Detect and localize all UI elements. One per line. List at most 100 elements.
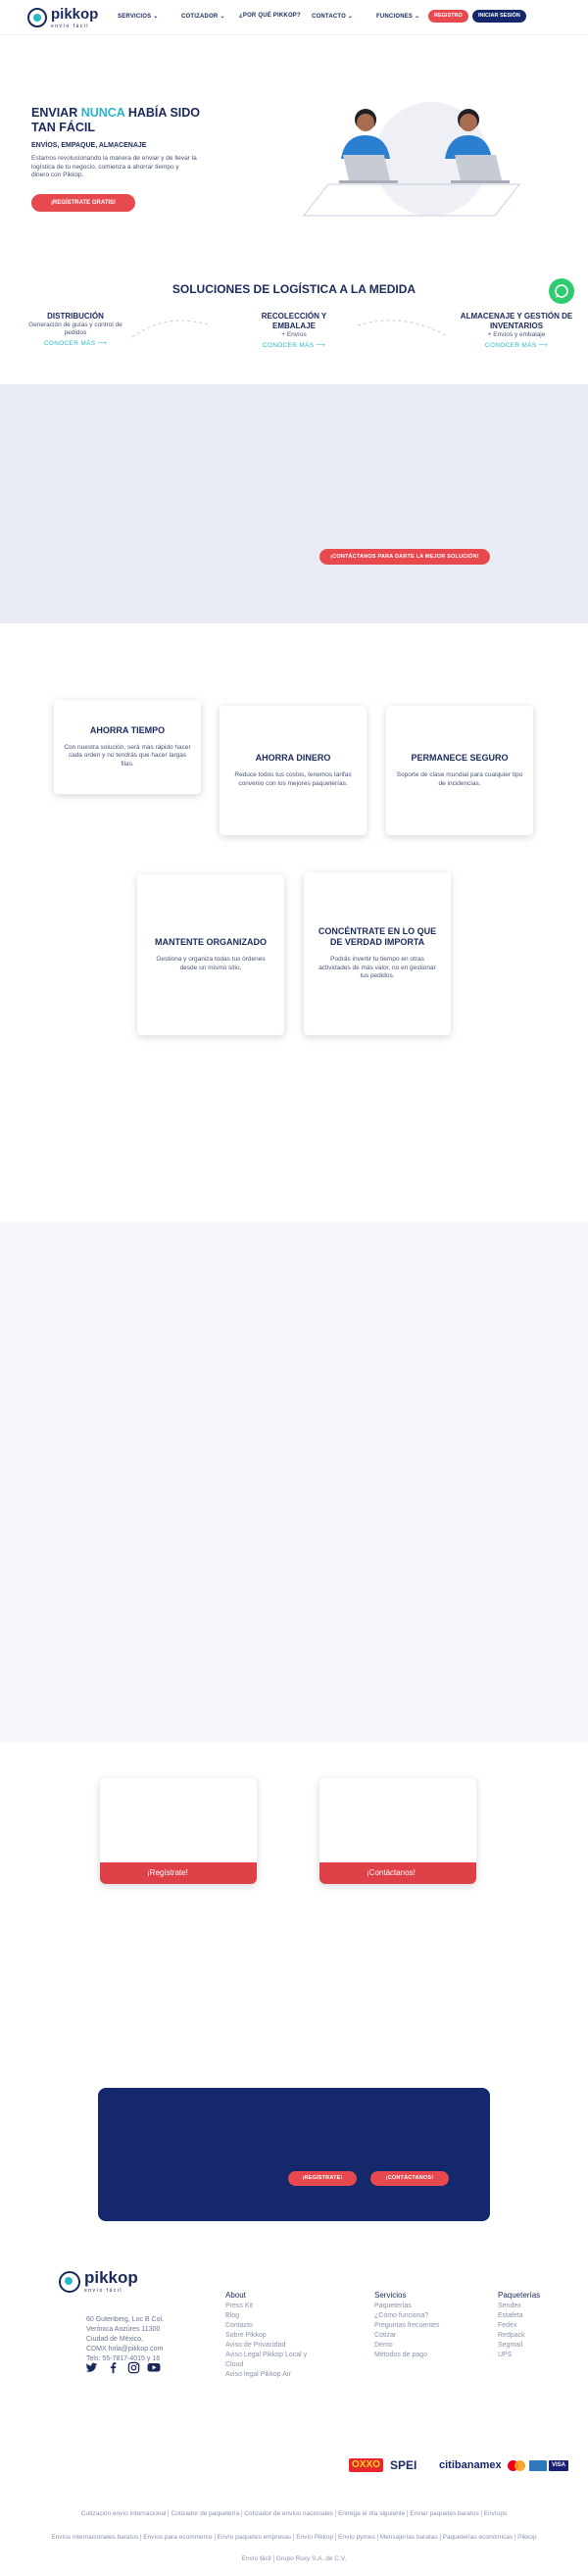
contact-solution-button[interactable]: ¡CONTÁCTANOS PARA DARTE LA MEJOR SOLUCIÓ… [319, 549, 490, 565]
footer-company: Grupo Ruxy S.A. de C.V. [272, 2555, 349, 2562]
solution-link[interactable]: CONOCER MÁS ⟶ [457, 341, 576, 349]
footer-column-about: About Press Kit Blog Contacto Sobre Pikk… [225, 2291, 323, 2380]
solution-title: ALMACENAJE Y GESTIÓN DE INVENTARIOS [460, 312, 573, 330]
footer-seo-link[interactable]: Envío fácil [240, 2555, 273, 2562]
page: pikkop envío fácil SERVICIOS ⌄ COTIZADOR… [0, 0, 588, 2576]
footer-seo-link[interactable]: Entrega el día siguiente [334, 2510, 408, 2517]
spei-logo: SPEI [390, 2458, 417, 2472]
footer-link[interactable]: Sobre Pikkop [225, 2331, 323, 2341]
solution-desc: + Envíos [281, 331, 307, 338]
footer-link[interactable]: Blog [225, 2311, 323, 2321]
footer-link[interactable]: Sendex [498, 2302, 540, 2311]
benefit-card: AHORRA TIEMPO Con nuestra solución, será… [54, 700, 201, 794]
benefit-title: AHORRA DINERO [255, 753, 331, 763]
nav-item-por-que[interactable]: ¿POR QUÉ PIKKOP? [239, 13, 301, 19]
brand-logo[interactable]: pikkop envío fácil [27, 6, 98, 29]
contact-banner [0, 384, 588, 623]
solution-recoleccion: RECOLECCIÓN Y EMBALAJE + Envíos CONOCER … [245, 312, 343, 349]
nav-item-servicios[interactable]: SERVICIOS ⌄ [118, 13, 158, 20]
footer-wordmark: pikkop envío fácil [84, 2268, 138, 2294]
register-cta-card[interactable]: ¡Regístrate! [100, 1778, 257, 1884]
brand-wordmark: pikkop envío fácil [51, 6, 98, 29]
panel-contact-button[interactable]: ¡CONTÁCTANOS! [370, 2171, 449, 2186]
footer-seo-link[interactable]: Mensajerías baratas [376, 2534, 440, 2541]
citibanamex-logo: citibanamex [439, 2459, 502, 2471]
register-cta-label[interactable]: ¡Regístrate! [100, 1862, 257, 1884]
solution-desc: + Envíos y embalaje [487, 331, 546, 338]
footer-link[interactable]: Aviso de Privacidad [225, 2341, 323, 2351]
footer-seo-link[interactable]: Envío paquetes empresas [214, 2534, 294, 2541]
footer-heading: About [225, 2291, 246, 2300]
footer-link[interactable]: Métodos de pago [374, 2351, 440, 2360]
footer-column-servicios: Servicios Paqueterías ¿Cómo funciona? Pr… [374, 2291, 440, 2360]
hero-title-accent: NUNCA [80, 106, 125, 120]
footer-brand-tagline: envío fácil [84, 2288, 123, 2294]
footer-address: 60 Gutenberg, Loc B Col. Verónica Anzúre… [86, 2316, 164, 2362]
footer-seo-link[interactable]: Envíops [480, 2510, 510, 2517]
footer-seo-link[interactable]: Cotización envío internacional [79, 2510, 169, 2517]
footer-links-row: Cotización envío internacional Cotizador … [20, 2509, 568, 2519]
hero-description: Estamos revolucionando la manera de envi… [31, 155, 197, 178]
footer-seo-link[interactable]: Envío Pikkop [293, 2534, 336, 2541]
solution-link[interactable]: CONOCER MÁS ⟶ [245, 341, 343, 349]
footer-links-row: Envíos internacionales baratos Envíos par… [20, 2533, 568, 2543]
contact-cta-label[interactable]: ¡Contáctanos! [319, 1862, 476, 1884]
footer-seo-link[interactable]: Envío pymes [335, 2534, 377, 2541]
hero-subtitle: ENVÍOS, EMPAQUE, ALMACENAJE [31, 142, 147, 149]
solution-distribucion: DISTRIBUCIÓN Generación de guías y contr… [18, 312, 133, 347]
footer-link[interactable]: Paqueterías [374, 2302, 440, 2311]
benefit-desc: Reduce todos tus costos, tenemos tarifas… [234, 771, 352, 787]
benefit-desc: Soporte de clase mundial para cualquier … [396, 771, 523, 787]
footer-column-paqueterias: Paqueterías Sendex Estafeta Fedex Redpac… [498, 2291, 540, 2360]
youtube-icon[interactable] [147, 2360, 161, 2374]
login-button[interactable]: INICIAR SESIÓN [472, 10, 526, 23]
footer-seo-link[interactable]: Paqueterías económicas [439, 2534, 515, 2541]
visa-logo: VISA [549, 2460, 568, 2471]
footer-logo[interactable]: pikkop envío fácil [59, 2268, 138, 2294]
footer-link[interactable]: Segmail [498, 2341, 540, 2351]
benefit-title: AHORRA TIEMPO [89, 724, 166, 735]
mastercard-logo [508, 2460, 525, 2471]
footer-seo-link[interactable]: Cotizador de paquetería [168, 2510, 242, 2517]
footer-seo-link[interactable]: Envíos para ecommerce [140, 2534, 215, 2541]
register-button[interactable]: REGISTRO [428, 10, 468, 23]
footer-seo-link[interactable]: Enviar paquetes baratos [407, 2510, 481, 2517]
solution-link[interactable]: CONOCER MÁS ⟶ [18, 339, 133, 347]
whatsapp-button[interactable] [549, 278, 574, 304]
twitter-icon[interactable] [84, 2360, 98, 2374]
nav-item-contacto[interactable]: CONTACTO ⌄ [312, 13, 353, 20]
benefit-title: CONCÉNTRATE EN LO QUE DE VERDAD IMPORTA [318, 926, 437, 948]
contact-cta-card[interactable]: ¡Contáctanos! [319, 1778, 476, 1884]
oxxo-logo: OXXO [349, 2458, 383, 2472]
facebook-icon[interactable] [106, 2360, 120, 2374]
top-navigation: pikkop envío fácil SERVICIOS ⌄ COTIZADOR… [0, 0, 588, 35]
footer-link[interactable]: Redpack [498, 2331, 540, 2341]
footer-brand-name: pikkop [84, 2268, 138, 2287]
nav-item-cotizador[interactable]: COTIZADOR ⌄ [181, 13, 225, 20]
footer-link[interactable]: Preguntas frecuentes [374, 2321, 440, 2331]
footer-link[interactable]: Fedex [498, 2321, 540, 2331]
footer-link[interactable]: Cotizar [374, 2331, 440, 2341]
cta-panel [98, 2088, 490, 2221]
hero-register-button[interactable]: ¡REGÍSTRATE GRATIS! [31, 194, 135, 212]
footer-heading: Servicios [374, 2291, 407, 2300]
footer-link[interactable]: Contacto [225, 2321, 323, 2331]
footer-link[interactable]: Press Kit [225, 2302, 323, 2311]
benefit-title: PERMANECE SEGURO [411, 753, 509, 763]
footer-link[interactable]: ¿Cómo funciona? [374, 2311, 440, 2321]
footer-seo-link[interactable]: Envíos internacionales baratos [49, 2534, 140, 2541]
footer-link[interactable]: Aviso Legal Pikkop Local y Cloud [225, 2351, 323, 2370]
nav-item-funciones[interactable]: FUNCIONES ⌄ [376, 13, 419, 20]
instagram-icon[interactable] [126, 2360, 140, 2374]
footer-seo-link[interactable]: Pikkop [514, 2534, 539, 2541]
footer-link[interactable]: Estafeta [498, 2311, 540, 2321]
footer-link[interactable]: Aviso legal Pikkop Air [225, 2370, 323, 2380]
solution-title: RECOLECCIÓN Y EMBALAJE [261, 312, 327, 330]
brand-name: pikkop [51, 6, 99, 23]
panel-register-button[interactable]: ¡REGÍSTRATE! [288, 2171, 357, 2186]
footer-heading: Paqueterías [498, 2291, 541, 2300]
logo-icon [59, 2271, 80, 2293]
footer-seo-link[interactable]: Cotizador de envíos nacionales [241, 2510, 335, 2517]
footer-link[interactable]: UPS [498, 2351, 540, 2360]
footer-link[interactable]: Demo [374, 2341, 440, 2351]
